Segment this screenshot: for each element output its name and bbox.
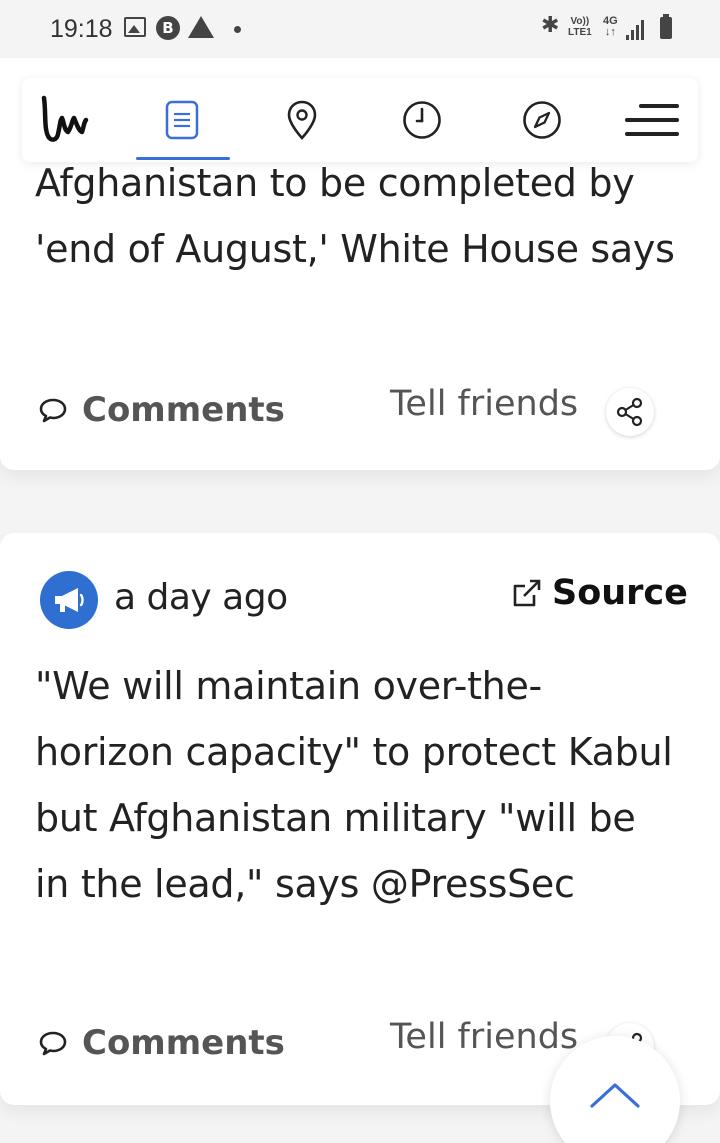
signal-icon	[626, 18, 648, 40]
source-link[interactable]: Source	[510, 573, 688, 613]
share-icon	[616, 397, 643, 427]
active-tab-indicator	[136, 157, 230, 160]
source-label: Source	[552, 573, 688, 613]
nav-tab-explore[interactable]	[518, 96, 566, 144]
network-type-indicator: 4G ↓↑	[603, 15, 618, 38]
liveuamap-logo[interactable]	[38, 92, 98, 148]
news-headline[interactable]: "We will maintain over-the-horizon capac…	[35, 653, 680, 917]
comments-button[interactable]: Comments	[38, 1023, 285, 1063]
top-navigation	[22, 78, 698, 162]
tell-friends-label[interactable]: Tell friends	[390, 384, 578, 424]
nav-tab-news-list[interactable]	[158, 96, 206, 144]
bluetooth-icon: ✱	[541, 12, 560, 37]
hamburger-menu-icon[interactable]	[624, 94, 680, 146]
status-time: 19:18	[50, 15, 113, 43]
source-avatar	[40, 571, 98, 629]
comments-label: Comments	[82, 1023, 285, 1063]
clock-icon	[403, 101, 441, 139]
chevron-up-icon	[590, 1083, 640, 1108]
compass-icon	[523, 101, 561, 139]
notification-dot-icon	[234, 26, 241, 33]
screen: 19:18 B ✱ Vo)) LTE1 4G ↓↑ Afghanistan to…	[0, 0, 720, 1143]
comment-bubble-icon	[39, 1031, 67, 1056]
share-button[interactable]	[606, 388, 654, 436]
comment-bubble-icon	[39, 398, 67, 423]
map-pin-icon	[287, 100, 317, 140]
list-icon	[165, 100, 199, 140]
megaphone-icon	[55, 588, 84, 612]
news-headline[interactable]: Afghanistan to be completed by 'end of A…	[35, 150, 680, 282]
nav-tab-timeline[interactable]	[398, 96, 446, 144]
nav-tab-map[interactable]	[278, 96, 326, 144]
news-card: a day ago Source "We will maintain over-…	[0, 533, 720, 1105]
gallery-icon	[124, 17, 146, 37]
status-bar: 19:18 B ✱ Vo)) LTE1 4G ↓↑	[0, 0, 720, 58]
comments-label: Comments	[82, 390, 285, 430]
warning-icon	[188, 16, 214, 38]
timestamp: a day ago	[114, 577, 288, 618]
tell-friends-label[interactable]: Tell friends	[390, 1017, 578, 1057]
volte-indicator: Vo)) LTE1	[568, 16, 592, 38]
external-link-icon	[513, 579, 541, 607]
b-notification-icon: B	[156, 16, 180, 40]
battery-icon	[660, 14, 672, 39]
comments-button[interactable]: Comments	[38, 390, 285, 430]
